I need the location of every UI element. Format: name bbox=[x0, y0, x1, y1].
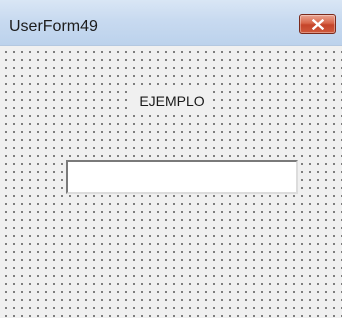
design-grid-canvas[interactable]: EJEMPLO bbox=[0, 46, 342, 318]
text-box[interactable] bbox=[66, 160, 298, 194]
window-title: UserForm49 bbox=[9, 18, 98, 35]
userform-window: UserForm49 EJEMPLO bbox=[0, 0, 342, 318]
caption-label[interactable]: EJEMPLO bbox=[132, 90, 212, 112]
close-icon bbox=[312, 19, 324, 30]
close-button[interactable] bbox=[299, 14, 336, 34]
title-bar[interactable]: UserForm49 bbox=[0, 0, 342, 46]
